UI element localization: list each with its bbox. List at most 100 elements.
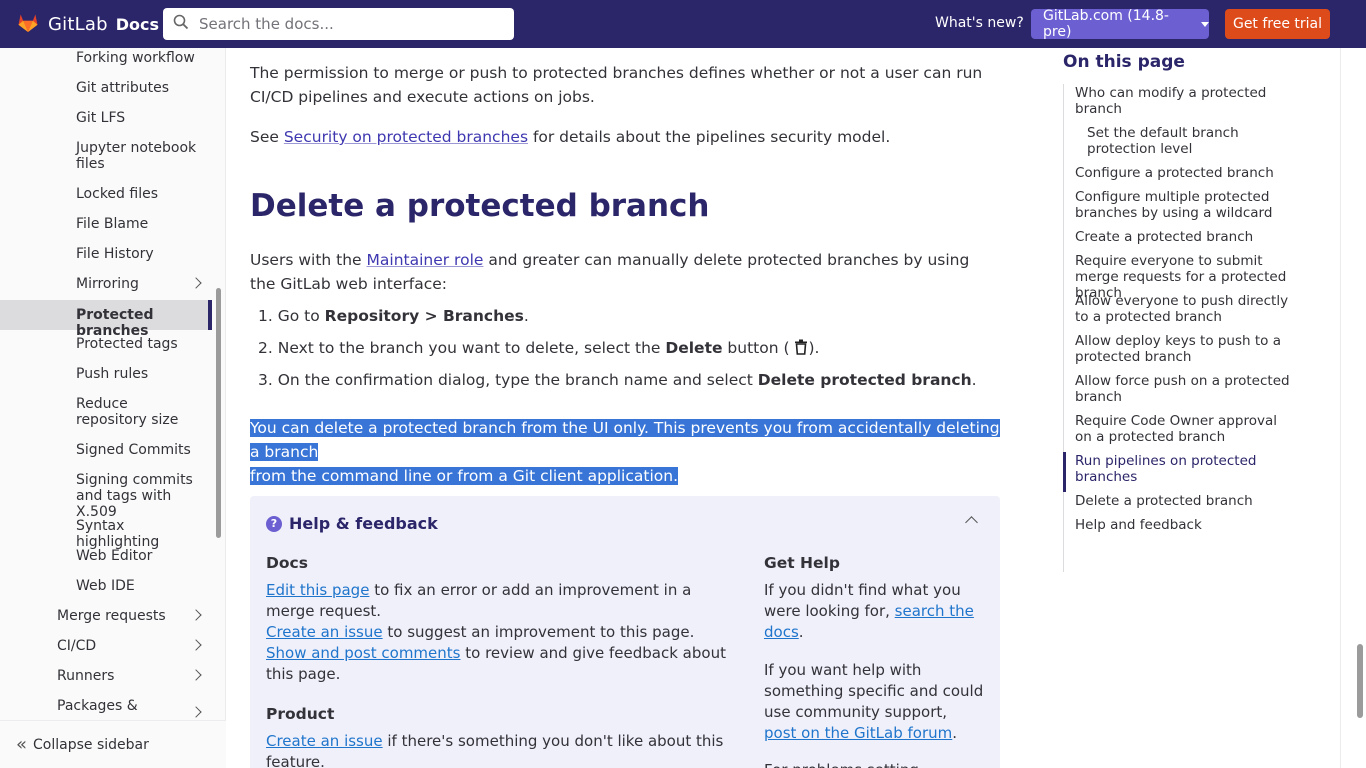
text: ). [808,339,820,357]
sidebar-item-reduce-repository-size[interactable]: Reduce repository size [0,396,200,428]
page-scrollbar-thumb[interactable] [1357,644,1363,718]
version-dropdown[interactable]: GitLab.com (14.8-pre) [1031,8,1209,40]
docs-heading: Docs [266,554,308,572]
toc-active-indicator [1063,452,1066,492]
sidebar-item-label: Runners [57,668,115,684]
step-number: 2. [258,339,273,357]
toc-item[interactable]: Allow deploy keys to push to a protected… [1075,333,1297,365]
toc-item[interactable]: Configure multiple protected branches by… [1075,189,1297,221]
sidebar-item-label: Mirroring [76,276,139,292]
toc-divider [1063,84,1064,572]
toc-item[interactable]: Set the default branch protection level [1087,125,1297,157]
sidebar-item-protected-tags[interactable]: Protected tags [0,336,212,352]
create-issue-link[interactable]: Create an issue [266,623,383,641]
sidebar-item-mirroring[interactable]: Mirroring [0,276,212,292]
toc-item-active[interactable]: Run pipelines on protected branches [1075,453,1297,485]
sidebar-item-label: CI/CD [57,638,97,654]
brand-name: GitLab [48,13,108,35]
sidebar-item-merge-requests[interactable]: Merge requests [0,608,212,624]
paragraph-selected-note: You can delete a protected branch from t… [250,416,1000,488]
toc-item[interactable]: Delete a protected branch [1075,493,1297,509]
sidebar-item-push-rules[interactable]: Push rules [0,366,212,382]
steps-list: 1. Go to Repository > Branches. 2. Next … [258,304,998,400]
sidebar-item-file-blame[interactable]: File Blame [0,216,212,232]
sidebar-item-protected-branches[interactable]: Protected branches [0,300,212,339]
get-help-heading: Get Help [764,554,840,572]
free-trial-button[interactable]: Get free trial [1225,9,1330,39]
forum-link[interactable]: post on the GitLab forum [764,724,952,742]
product-create-issue-link[interactable]: Create an issue [266,732,383,750]
sidebar-nav: Forking workflow Git attributes Git LFS … [0,48,226,768]
sidebar-item-jupyter-notebook-files[interactable]: Jupyter notebook files [0,140,200,172]
search-box[interactable] [163,8,514,40]
sidebar-item-forking-workflow[interactable]: Forking workflow [0,50,212,66]
button-name: Delete protected branch [757,371,972,389]
toc-item[interactable]: Allow force push on a protected branch [1075,373,1297,405]
chevron-down-icon [1201,21,1209,27]
text: Next to the branch you want to delete, s… [277,339,666,357]
button-name: Delete [665,339,723,357]
page-scrollbar[interactable] [1340,48,1366,768]
search-input[interactable] [199,15,499,33]
sidebar-item-web-ide[interactable]: Web IDE [0,578,212,594]
toc-item[interactable]: Help and feedback [1075,517,1297,533]
text: . [971,371,977,389]
text: On the confirmation dialog, type the bra… [277,371,758,389]
chevron-right-icon[interactable] [190,706,202,718]
collapse-sidebar-label: Collapse sidebar [33,736,149,753]
top-navbar: GitLab Docs What's new? GitLab.com (14.8… [0,0,1366,48]
docs-label: Docs [115,14,159,34]
sidebar-item-ci-cd[interactable]: CI/CD [0,638,212,654]
text: . [523,307,529,325]
text: Users with the [250,251,367,269]
chevron-right-icon[interactable] [190,639,202,651]
text: to suggest an improvement to this page. [382,623,695,641]
whats-new-link[interactable]: What's new? [935,15,1024,31]
sidebar-item-packages[interactable]: Packages & [0,698,212,718]
collapse-sidebar-button[interactable]: « Collapse sidebar [0,720,226,768]
help-feedback-panel: ? Help & feedback Docs Edit this page to… [250,496,1000,768]
paragraph-text: The permission to merge or push to prote… [250,64,983,106]
get-help-text-1: If you didn't find what you were looking… [764,580,974,643]
search-icon [173,14,199,34]
menu-path: Repository > Branches [324,307,524,325]
sidebar-item-git-attributes[interactable]: Git attributes [0,80,212,96]
toc-item[interactable]: Who can modify a protected branch [1075,85,1297,117]
help-header[interactable]: ? Help & feedback [266,514,438,533]
toc-item[interactable]: Configure a protected branch [1075,165,1297,181]
edit-page-link[interactable]: Edit this page [266,581,369,599]
chevron-right-icon[interactable] [190,609,202,621]
help-title: Help & feedback [289,514,438,533]
trash-icon [795,339,808,355]
toc-item[interactable]: Allow everyone to push directly to a pro… [1075,293,1297,325]
toc-item[interactable]: Create a protected branch [1075,229,1297,245]
show-comments-link[interactable]: Show and post comments [266,644,460,662]
sidebar-item-signed-commits[interactable]: Signed Commits [0,442,212,458]
sidebar-item-runners[interactable]: Runners [0,668,212,684]
selected-text: from the command line or from a Git clie… [250,467,679,485]
sidebar-item-git-lfs[interactable]: Git LFS [0,110,212,126]
maintainer-role-link[interactable]: Maintainer role [367,251,484,269]
sidebar-scrollbar[interactable] [215,48,222,768]
chevron-up-icon[interactable] [965,516,978,529]
list-item: 3. On the confirmation dialog, type the … [258,368,998,392]
selected-text: You can delete a protected branch from t… [250,419,1000,461]
security-link[interactable]: Security on protected branches [284,128,528,146]
question-icon: ? [266,515,282,532]
sidebar-item-signing-commits-x509[interactable]: Signing commits and tags with X.509 [0,472,206,520]
paragraph-security: See Security on protected branches for d… [250,125,990,149]
sidebar-scrollbar-thumb[interactable] [216,288,221,538]
sidebar-item-locked-files[interactable]: Locked files [0,186,212,202]
chevron-right-icon[interactable] [190,277,202,289]
sidebar-item-syntax-highlighting[interactable]: Syntax highlighting [0,518,212,550]
chevron-right-icon[interactable] [190,669,202,681]
docs-text: Edit this page to fix an error or add an… [266,580,726,685]
get-help-text-2: If you want help with something specific… [764,660,984,744]
sidebar-item-file-history[interactable]: File History [0,246,212,262]
home-logo-link[interactable]: GitLab Docs [16,0,159,48]
text: Go to [277,307,325,325]
toc-item[interactable]: Require Code Owner approval on a protect… [1075,413,1297,445]
text: for details about the pipelines security… [528,128,891,146]
sidebar-item-web-editor[interactable]: Web Editor [0,548,212,564]
list-item: 1. Go to Repository > Branches. [258,304,998,328]
